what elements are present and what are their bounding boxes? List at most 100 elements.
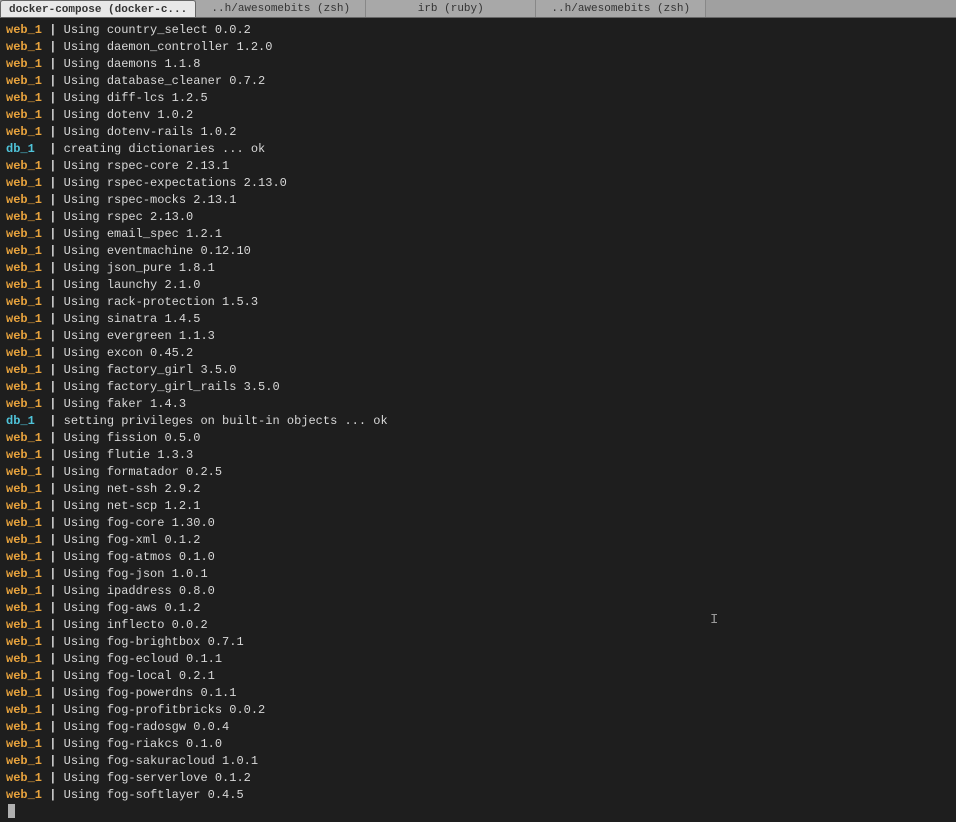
log-prefix: web_1 [6, 634, 42, 651]
log-separator: | [42, 39, 64, 56]
log-line: web_1 | Using excon 0.45.2 [6, 345, 950, 362]
log-prefix: web_1 [6, 753, 42, 770]
tab-docker-compose[interactable]: docker-compose (docker-c... [0, 0, 196, 17]
log-line: web_1 | Using sinatra 1.4.5 [6, 311, 950, 328]
log-separator: | [42, 719, 64, 736]
log-separator: | [42, 430, 64, 447]
log-line: web_1 | Using json_pure 1.8.1 [6, 260, 950, 277]
log-content: Using dotenv 1.0.2 [64, 107, 194, 124]
log-line: web_1 | Using factory_girl_rails 3.5.0 [6, 379, 950, 396]
log-prefix: web_1 [6, 770, 42, 787]
log-prefix: web_1 [6, 481, 42, 498]
log-prefix: web_1 [6, 617, 42, 634]
log-line: web_1 | Using daemons 1.1.8 [6, 56, 950, 73]
log-content: Using fog-sakuracloud 1.0.1 [64, 753, 258, 770]
log-separator: | [42, 345, 64, 362]
log-separator: | [42, 617, 64, 634]
log-separator: | [42, 583, 64, 600]
log-separator: | [42, 243, 64, 260]
log-separator: | [42, 209, 64, 226]
log-separator: | [42, 634, 64, 651]
log-line: web_1 | Using fog-ecloud 0.1.1 [6, 651, 950, 668]
log-line: web_1 | Using fog-brightbox 0.7.1 [6, 634, 950, 651]
log-line: web_1 | Using rspec-mocks 2.13.1 [6, 192, 950, 209]
log-content: Using rack-protection 1.5.3 [64, 294, 258, 311]
log-content: Using rspec-mocks 2.13.1 [64, 192, 237, 209]
log-line: web_1 | Using fog-aws 0.1.2 [6, 600, 950, 617]
log-content: Using database_cleaner 0.7.2 [64, 73, 266, 90]
log-line: web_1 | Using rspec 2.13.0 [6, 209, 950, 226]
log-content: Using fog-riakcs 0.1.0 [64, 736, 222, 753]
log-content: Using country_select 0.0.2 [64, 22, 251, 39]
log-content: Using net-ssh 2.9.2 [64, 481, 201, 498]
log-prefix: web_1 [6, 736, 42, 753]
log-separator: | [42, 498, 64, 515]
log-content: Using json_pure 1.8.1 [64, 260, 215, 277]
log-prefix: web_1 [6, 702, 42, 719]
log-line: web_1 | Using net-scp 1.2.1 [6, 498, 950, 515]
tab-awesomebits-2[interactable]: ..h/awesomebits (zsh) [536, 0, 706, 17]
tab-awesomebits-1[interactable]: ..h/awesomebits (zsh) [196, 0, 366, 17]
log-line: web_1 | Using fog-atmos 0.1.0 [6, 549, 950, 566]
log-line: web_1 | Using fog-xml 0.1.2 [6, 532, 950, 549]
log-content: Using fog-serverlove 0.1.2 [64, 770, 251, 787]
log-content: Using diff-lcs 1.2.5 [64, 90, 208, 107]
log-line: web_1 | Using fog-powerdns 0.1.1 [6, 685, 950, 702]
log-content: Using email_spec 1.2.1 [64, 226, 222, 243]
log-prefix: web_1 [6, 600, 42, 617]
log-content: Using launchy 2.1.0 [64, 277, 201, 294]
log-separator: | [42, 770, 64, 787]
log-content: Using fog-xml 0.1.2 [64, 532, 201, 549]
log-prefix: web_1 [6, 90, 42, 107]
log-separator: | [42, 277, 64, 294]
log-line: web_1 | Using rspec-core 2.13.1 [6, 158, 950, 175]
log-line: web_1 | Using eventmachine 0.12.10 [6, 243, 950, 260]
log-prefix: web_1 [6, 583, 42, 600]
log-line: db_1 | setting privileges on built-in ob… [6, 413, 950, 430]
log-content: Using fog-profitbricks 0.0.2 [64, 702, 266, 719]
log-prefix: web_1 [6, 73, 42, 90]
log-separator: | [42, 294, 64, 311]
log-separator: | [42, 260, 64, 277]
log-content: Using ipaddress 0.8.0 [64, 583, 215, 600]
log-line: web_1 | Using fog-softlayer 0.4.5 [6, 787, 950, 804]
log-separator: | [42, 175, 64, 192]
tab-bar: docker-compose (docker-c... ..h/awesomeb… [0, 0, 956, 18]
log-content: Using daemon_controller 1.2.0 [64, 39, 273, 56]
log-line: web_1 | Using country_select 0.0.2 [6, 22, 950, 39]
log-content: setting privileges on built-in objects .… [64, 413, 388, 430]
log-separator: | [42, 600, 64, 617]
log-separator: | [42, 56, 64, 73]
log-separator: | [42, 362, 64, 379]
log-content: Using fog-radosgw 0.0.4 [64, 719, 230, 736]
log-line: web_1 | Using daemon_controller 1.2.0 [6, 39, 950, 56]
log-prefix: web_1 [6, 192, 42, 209]
log-line: web_1 | Using diff-lcs 1.2.5 [6, 90, 950, 107]
tab-irb[interactable]: irb (ruby) [366, 0, 536, 17]
log-content: Using fog-aws 0.1.2 [64, 600, 201, 617]
log-separator: | [42, 90, 64, 107]
log-line: web_1 | Using rack-protection 1.5.3 [6, 294, 950, 311]
terminal-cursor [8, 804, 15, 818]
log-content: Using inflecto 0.0.2 [64, 617, 208, 634]
log-prefix: web_1 [6, 719, 42, 736]
log-separator: | [42, 702, 64, 719]
log-line: web_1 | Using launchy 2.1.0 [6, 277, 950, 294]
log-prefix: web_1 [6, 226, 42, 243]
log-prefix: web_1 [6, 651, 42, 668]
log-content: Using eventmachine 0.12.10 [64, 243, 251, 260]
log-content: Using faker 1.4.3 [64, 396, 186, 413]
log-prefix: web_1 [6, 22, 42, 39]
log-separator: | [42, 481, 64, 498]
log-prefix: web_1 [6, 685, 42, 702]
log-separator: | [42, 566, 64, 583]
log-prefix: web_1 [6, 107, 42, 124]
log-line: web_1 | Using faker 1.4.3 [6, 396, 950, 413]
log-separator: | [42, 379, 64, 396]
log-content: Using factory_girl 3.5.0 [64, 362, 237, 379]
log-separator: | [42, 73, 64, 90]
terminal-output[interactable]: web_1 | Using country_select 0.0.2web_1 … [0, 18, 956, 822]
log-line: web_1 | Using flutie 1.3.3 [6, 447, 950, 464]
log-prefix: web_1 [6, 56, 42, 73]
log-prefix: web_1 [6, 362, 42, 379]
